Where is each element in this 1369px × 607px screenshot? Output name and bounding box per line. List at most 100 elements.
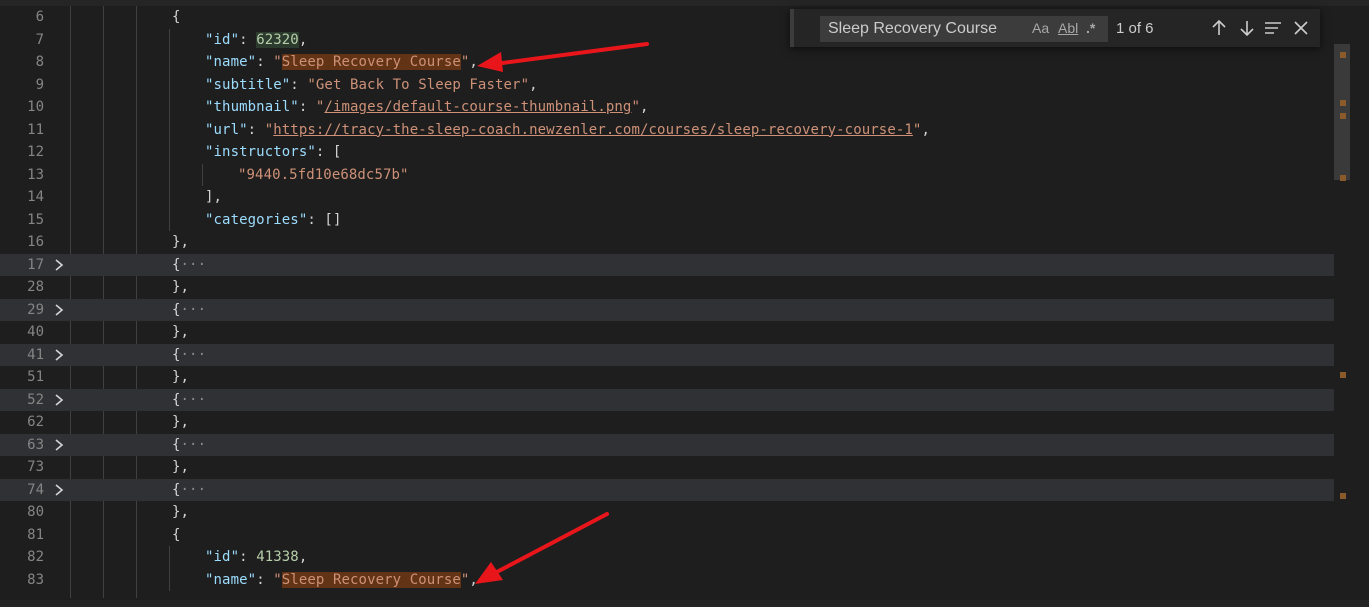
- code-text: "instructors": [: [205, 141, 341, 163]
- code-token: ,: [921, 121, 930, 138]
- code-text: {···: [172, 254, 206, 276]
- code-line: 28},: [0, 276, 1350, 298]
- code-token: {: [172, 301, 181, 318]
- code-token: "url": [205, 121, 248, 138]
- chevron-right-icon[interactable]: [52, 438, 66, 452]
- code-token: :: [247, 121, 265, 138]
- code-text: },: [172, 321, 189, 343]
- next-match-button[interactable]: [1236, 17, 1258, 39]
- overview-ruler-match-mark: [1340, 52, 1346, 58]
- line-number: 16: [27, 234, 44, 250]
- code-text: },: [172, 231, 189, 253]
- line-number: 11: [27, 121, 44, 138]
- chevron-right-icon[interactable]: [52, 303, 66, 317]
- code-text: {···: [172, 479, 206, 501]
- line-number: 52: [27, 391, 44, 408]
- code-token: "id": [205, 31, 240, 48]
- code-line: 40},: [0, 321, 1350, 343]
- code-line: 10 "thumbnail": "/images/default-course-t…: [0, 96, 1350, 118]
- folded-code-line: 74 {···: [0, 478, 1350, 501]
- line-number: 14: [27, 189, 44, 205]
- code-token: },: [172, 234, 190, 250]
- code-token: : [: [315, 144, 342, 160]
- code-text: "id": 41338,: [205, 546, 307, 568]
- code-token: ···: [180, 436, 207, 453]
- code-line: 15 "categories": []: [0, 209, 1350, 231]
- code-token: {: [172, 391, 181, 408]
- overview-ruler-match-mark: [1340, 175, 1346, 181]
- code-text: "name": "Sleep Recovery Course",: [205, 51, 478, 73]
- code-token: "categories": [205, 211, 308, 228]
- code-token: ···: [180, 256, 207, 273]
- code-line: 9 "subtitle": "Get Back To Sleep Faster",: [0, 74, 1350, 96]
- code-token: "id": [205, 549, 240, 565]
- regex-toggle[interactable]: .*: [1086, 20, 1095, 36]
- scrollbar-thumb[interactable]: [1334, 44, 1350, 180]
- match-whole-word-toggle[interactable]: Abl: [1058, 20, 1078, 36]
- code-token: :: [239, 549, 257, 565]
- find-in-selection-button[interactable]: [1262, 17, 1284, 39]
- code-text: "id": 62320,: [205, 29, 307, 51]
- code-text: "subtitle": "Get Back To Sleep Faster",: [205, 74, 538, 96]
- close-find-button[interactable]: [1290, 17, 1312, 39]
- chevron-right-icon[interactable]: [52, 483, 66, 497]
- code-line: 62},: [0, 411, 1350, 433]
- code-token: ": [264, 121, 274, 138]
- code-token: },: [172, 279, 190, 295]
- line-number: 29: [27, 301, 44, 318]
- folded-code-line: 52 {···: [0, 388, 1350, 411]
- line-number: 41: [27, 346, 44, 363]
- line-number: 15: [27, 211, 44, 228]
- code-token: ],: [205, 189, 223, 205]
- code-editor[interactable]: 6{7 "id": 62320, 8 "name": "Sleep Recovery …: [0, 0, 1369, 607]
- code-line: 13 "9440.5fd10e68dc57b": [0, 164, 1350, 186]
- line-number: 12: [27, 144, 44, 160]
- match-case-toggle[interactable]: Aa: [1032, 20, 1049, 36]
- line-number: 82: [27, 549, 44, 565]
- line-number: 74: [27, 481, 44, 498]
- chevron-right-icon[interactable]: [52, 258, 66, 272]
- code-token[interactable]: https://tracy-the-sleep-coach.newzenler.…: [273, 122, 913, 138]
- line-number: 7: [35, 31, 44, 48]
- search-match: Sleep Recovery Course: [281, 571, 461, 588]
- code-text: {···: [172, 344, 206, 366]
- code-token: "9440.5fd10e68dc57b": [238, 166, 409, 183]
- code-token: "subtitle": [205, 76, 291, 93]
- code-text: "url": "https://tracy-the-sleep-coach.ne…: [205, 119, 930, 141]
- code-line: 14],: [0, 186, 1350, 208]
- code-line: 12 "instructors": [: [0, 141, 1350, 163]
- line-number: 83: [27, 571, 44, 588]
- line-number: 51: [27, 369, 44, 385]
- code-token: {: [172, 481, 181, 498]
- line-number: 28: [27, 279, 44, 295]
- folded-code-line: 17 {···: [0, 253, 1350, 276]
- code-token[interactable]: /images/default-course-thumbnail.png: [324, 99, 631, 115]
- code-token: 41338: [256, 549, 299, 565]
- code-text: },: [172, 366, 189, 388]
- find-result-count: 1 of 6: [1116, 20, 1154, 37]
- chevron-right-icon[interactable]: [52, 348, 66, 362]
- code-token: {: [172, 256, 181, 273]
- code-token: "Get Back To Sleep Faster": [307, 76, 530, 93]
- line-number: 8: [35, 54, 44, 70]
- code-token: ": [631, 99, 640, 115]
- overview-ruler-match-mark: [1340, 493, 1346, 499]
- line-number: 63: [27, 436, 44, 453]
- chevron-right-icon[interactable]: [52, 393, 66, 407]
- line-number: 10: [27, 99, 44, 115]
- find-in-selection-icon: [1265, 22, 1281, 34]
- code-token: :: [256, 54, 274, 70]
- code-token: ···: [180, 301, 207, 318]
- code-text: ],: [205, 186, 222, 208]
- code-text: "categories": []: [205, 209, 341, 231]
- code-text: },: [172, 456, 189, 478]
- folded-code-line: 41 {···: [0, 343, 1350, 366]
- previous-match-button[interactable]: [1208, 17, 1230, 39]
- find-widget: Aa Abl .* 1 of 6: [790, 9, 1320, 47]
- line-number: 81: [27, 526, 44, 543]
- code-line: 80},: [0, 501, 1350, 523]
- code-token: ": [273, 571, 282, 588]
- line-number: 9: [35, 76, 44, 93]
- code-token: ···: [180, 391, 207, 408]
- line-number: 17: [27, 256, 44, 273]
